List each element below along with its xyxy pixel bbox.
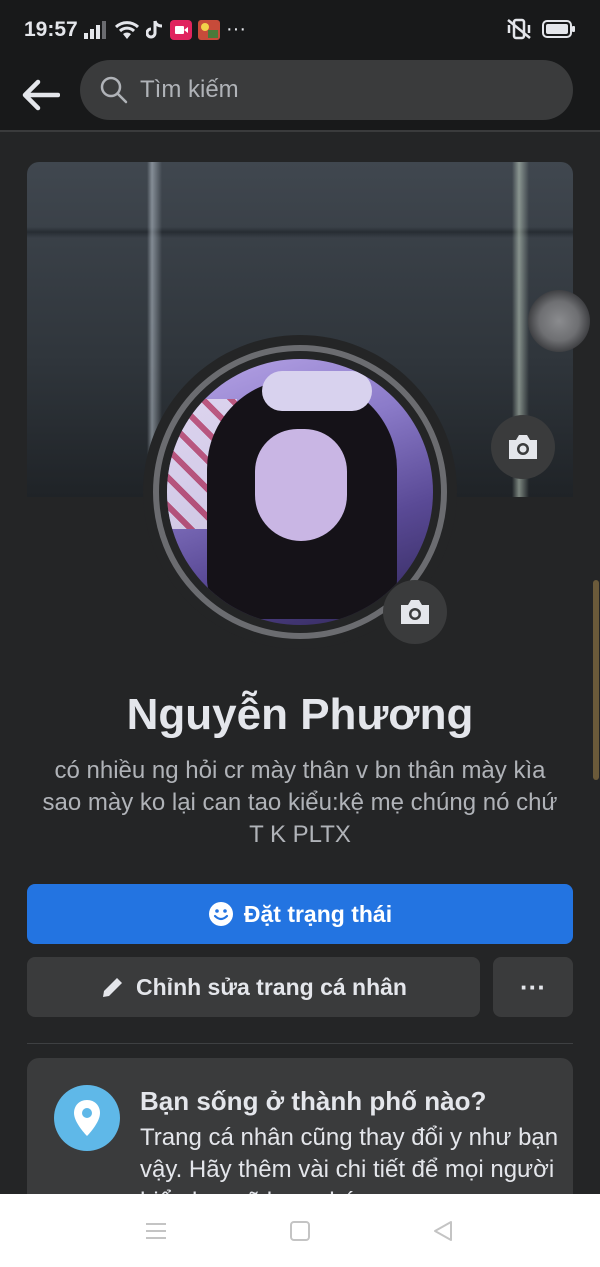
battery-icon — [542, 20, 575, 38]
top-bar — [0, 60, 600, 132]
back-triangle-icon — [434, 1221, 452, 1241]
avatar-face — [255, 429, 347, 541]
nav-menu-button[interactable] — [143, 1218, 169, 1244]
search-bar[interactable] — [80, 60, 573, 120]
camera-icon — [509, 435, 537, 459]
tiktok-icon — [146, 20, 163, 38]
status-time: 19:57 — [24, 18, 78, 41]
more-options-icon: ··· — [520, 971, 546, 1002]
app-thumbnail-icon — [198, 19, 220, 40]
nav-back-button[interactable] — [430, 1218, 456, 1244]
wifi-icon — [114, 20, 140, 39]
search-icon — [100, 76, 128, 104]
location-pin-badge — [54, 1085, 120, 1151]
more-status-indicator: ··· — [226, 18, 246, 40]
status-icons-right — [506, 18, 576, 40]
prompt-text: Trang cá nhân cũng thay đổi y như bạn vậ… — [140, 1124, 559, 1198]
floating-assistive-touch[interactable] — [528, 290, 590, 352]
profile-name: Nguyễn Phương — [126, 690, 474, 739]
camera-icon — [401, 600, 429, 624]
scroll-indicator — [593, 580, 599, 780]
status-icons-left: ··· — [84, 18, 246, 41]
edit-avatar-button[interactable] — [383, 580, 447, 644]
screen-record-icon — [170, 19, 192, 40]
edit-profile-button[interactable]: Chỉnh sửa trang cá nhân — [27, 957, 480, 1017]
system-nav-bar — [0, 1194, 600, 1267]
back-arrow-icon — [22, 79, 60, 111]
avatar-hair-bow — [262, 371, 372, 411]
pencil-icon — [103, 978, 123, 997]
nav-home-button[interactable] — [287, 1218, 313, 1244]
set-status-label: Đặt trạng thái — [243, 900, 393, 927]
avatar[interactable] — [167, 359, 433, 625]
search-input[interactable] — [140, 76, 520, 104]
prompt-title: Bạn sống ở thành phố nào? — [140, 1086, 487, 1116]
edit-cover-button[interactable] — [491, 415, 555, 479]
profile-bio: có nhiều ng hỏi cr mày thân v bn thân mà… — [42, 757, 558, 848]
menu-icon — [146, 1223, 166, 1239]
location-pin-icon — [74, 1100, 100, 1136]
home-square-icon — [290, 1221, 310, 1241]
vibrate-mute-icon — [507, 18, 531, 40]
back-button[interactable] — [18, 72, 64, 118]
status-bar: 19:57 ··· — [0, 0, 600, 60]
section-divider — [27, 1043, 573, 1044]
city-prompt-card[interactable]: Bạn sống ở thành phố nào? Trang cá nhân … — [27, 1058, 573, 1198]
set-status-button[interactable]: Đặt trạng thái — [27, 884, 573, 944]
smiley-icon — [208, 902, 233, 926]
signal-icon — [84, 20, 106, 39]
more-options-button[interactable]: ··· — [493, 957, 573, 1017]
edit-profile-label: Chỉnh sửa trang cá nhân — [136, 973, 407, 1000]
